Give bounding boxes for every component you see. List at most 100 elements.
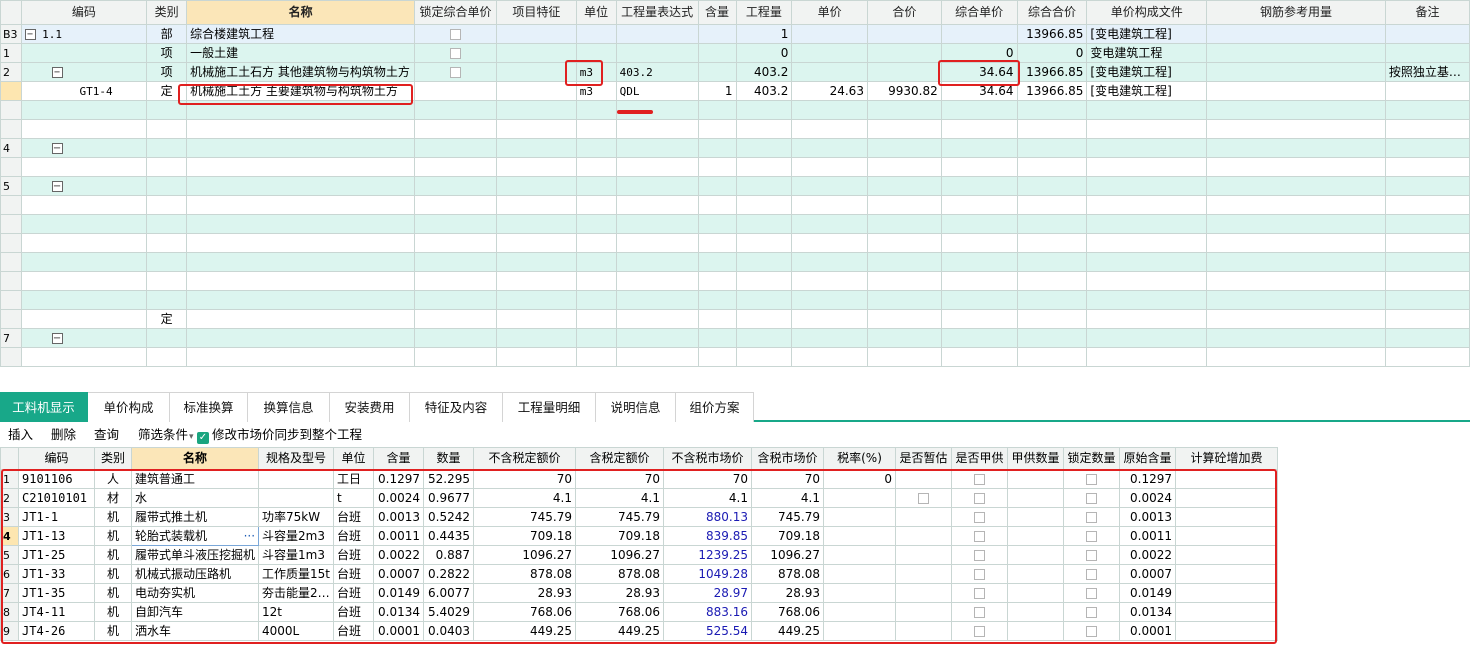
content-cell[interactable]: 0.0007 <box>373 564 424 584</box>
code-cell[interactable]: − 1.1 <box>20 24 148 44</box>
name-cell[interactable]: 履带式推土机 <box>130 507 260 527</box>
col-header[interactable]: 项目特征 <box>496 0 577 25</box>
col-header[interactable]: 单价构成文件 <box>1086 0 1208 25</box>
owner-supplied-qty-cell[interactable] <box>1007 545 1064 565</box>
orig-content-cell[interactable]: 0.0149 <box>1119 583 1176 603</box>
tax-rate-cell[interactable] <box>823 526 896 546</box>
is-owner-supplied-cell[interactable] <box>951 469 1008 489</box>
code-cell[interactable]: − <box>20 62 148 82</box>
total-cell[interactable]: 9930.82 <box>866 81 942 101</box>
orig-content-cell[interactable]: 0.0011 <box>1119 526 1176 546</box>
uprice-cell[interactable]: 34.64 <box>940 62 1018 82</box>
is-estimate-cell[interactable] <box>895 526 952 546</box>
lock-qty-checkbox[interactable] <box>1086 511 1097 523</box>
lock-qty-cell[interactable] <box>1063 507 1120 527</box>
qty-cell[interactable]: 0 <box>735 43 793 63</box>
name-cell[interactable]: 洒水车 <box>130 621 260 641</box>
lock-qty-cell[interactable] <box>1063 469 1120 489</box>
owner-supplied-qty-cell[interactable] <box>1007 488 1064 508</box>
pretax-quota-price-cell[interactable]: 1096.27 <box>473 545 576 565</box>
is-owner-supplied-cell[interactable] <box>951 602 1008 622</box>
spec-cell[interactable]: 工作质量15t <box>258 564 334 584</box>
code-cell[interactable] <box>20 43 148 63</box>
spec-cell[interactable]: 夯击能量2… <box>258 583 334 603</box>
tax-market-price-cell[interactable]: 4.1 <box>751 488 824 508</box>
orig-content-cell[interactable]: 0.1297 <box>1119 469 1176 489</box>
type-cell[interactable]: 机 <box>94 621 132 641</box>
owner-supplied-checkbox[interactable] <box>974 625 985 637</box>
lock-checkbox[interactable] <box>450 66 462 78</box>
col-header[interactable]: 是否暂估 <box>895 447 952 470</box>
type-cell[interactable]: 项 <box>146 43 188 63</box>
pretax-market-price-cell[interactable]: 839.85 <box>663 526 752 546</box>
owner-supplied-qty-cell[interactable] <box>1007 621 1064 641</box>
is-owner-supplied-cell[interactable] <box>951 507 1008 527</box>
is-owner-supplied-cell[interactable] <box>951 621 1008 641</box>
pretax-market-price-cell[interactable]: 880.13 <box>663 507 752 527</box>
item-row[interactable]: 1 项一般土建 0 0 0 变电建筑工程 <box>0 43 1470 63</box>
col-header[interactable]: 单位 <box>333 447 374 470</box>
col-header[interactable]: 含税市场价 <box>751 447 824 470</box>
unit-cell[interactable]: 工日 <box>333 469 374 489</box>
lock-qty-cell[interactable] <box>1063 583 1120 603</box>
unit-cell[interactable]: 台班 <box>333 564 374 584</box>
is-estimate-cell[interactable] <box>895 507 952 527</box>
collapse-icon[interactable]: − <box>51 332 63 344</box>
pretax-quota-price-cell[interactable]: 70 <box>473 469 576 489</box>
col-header[interactable]: 含量 <box>373 447 424 470</box>
owner-supplied-qty-cell[interactable] <box>1007 469 1064 489</box>
orig-content-cell[interactable]: 0.0001 <box>1119 621 1176 641</box>
remark-cell[interactable] <box>1384 24 1470 44</box>
name-cell[interactable]: 电动夯实机 <box>130 583 260 603</box>
col-header[interactable]: 编码 <box>18 447 95 470</box>
type-cell[interactable]: 部 <box>146 24 188 44</box>
pretax-quota-price-cell[interactable]: 449.25 <box>473 621 576 641</box>
col-header[interactable]: 数量 <box>423 447 474 470</box>
content-cell[interactable] <box>697 24 737 44</box>
qty-cell[interactable]: 403.2 <box>735 62 793 82</box>
unit-cell[interactable]: t <box>333 488 374 508</box>
name-cell[interactable]: 轮胎式装载机 ··· <box>130 526 260 546</box>
concrete-surcharge-cell[interactable] <box>1175 507 1278 527</box>
lock-qty-checkbox[interactable] <box>1086 606 1097 618</box>
tab-6[interactable]: 特征及内容 <box>410 392 503 422</box>
owner-supplied-checkbox[interactable] <box>974 473 985 485</box>
owner-supplied-checkbox[interactable] <box>974 606 985 618</box>
lock-checkbox[interactable] <box>450 47 462 59</box>
qty-cell[interactable]: 5.4029 <box>423 602 474 622</box>
owner-supplied-checkbox[interactable] <box>974 549 985 561</box>
lock-checkbox[interactable] <box>450 28 462 40</box>
item-list-grid[interactable]: 编码 类别 名称 锁定综合单价 项目特征 单位 工程量表达式 含量 工程量 单价 合价 综合单价 综合合… <box>0 0 1470 383</box>
filter-dropdown[interactable]: 筛选条件▾ <box>138 426 194 446</box>
name-cell[interactable]: 水 <box>130 488 260 508</box>
tax-quota-price-cell[interactable]: 709.18 <box>575 526 664 546</box>
lock-qty-cell[interactable] <box>1063 621 1120 641</box>
lock-qty-cell[interactable] <box>1063 545 1120 565</box>
lock-price-cell[interactable] <box>414 62 498 82</box>
lock-qty-cell[interactable] <box>1063 602 1120 622</box>
qty-cell[interactable]: 52.295 <box>423 469 474 489</box>
col-header[interactable]: 锁定数量 <box>1063 447 1120 470</box>
feature-cell[interactable] <box>496 43 577 63</box>
qty-cell[interactable]: 0.2822 <box>423 564 474 584</box>
spec-cell[interactable] <box>258 469 334 489</box>
orig-content-cell[interactable]: 0.0024 <box>1119 488 1176 508</box>
type-cell[interactable]: 机 <box>94 507 132 527</box>
resource-row[interactable]: 6 JT1-33 机机械式振动压路机 工作质量15t 台班 0.0007 0.2822 878… <box>0 564 1278 584</box>
name-cell[interactable]: 建筑普通工 <box>130 469 260 489</box>
col-header[interactable]: 单价 <box>791 0 868 25</box>
owner-supplied-checkbox[interactable] <box>974 587 985 599</box>
remark-cell[interactable] <box>1384 43 1470 63</box>
tax-quota-price-cell[interactable]: 878.08 <box>575 564 664 584</box>
content-cell[interactable]: 1 <box>697 81 737 101</box>
tax-quota-price-cell[interactable]: 1096.27 <box>575 545 664 565</box>
content-cell[interactable]: 0.0149 <box>373 583 424 603</box>
code-cell[interactable]: JT1-1 <box>18 507 95 527</box>
code-cell[interactable]: JT1-35 <box>18 583 95 603</box>
owner-supplied-checkbox[interactable] <box>974 568 985 580</box>
col-header[interactable]: 名称 <box>186 0 416 25</box>
type-cell[interactable]: 机 <box>94 602 132 622</box>
item-row[interactable]: B3− 1.1 部综合楼建筑工程 1 13966.85 [变电建筑工程] <box>0 24 1470 44</box>
uprice-cell[interactable]: 34.64 <box>940 81 1018 101</box>
delete-button[interactable]: 删除 <box>51 426 76 444</box>
